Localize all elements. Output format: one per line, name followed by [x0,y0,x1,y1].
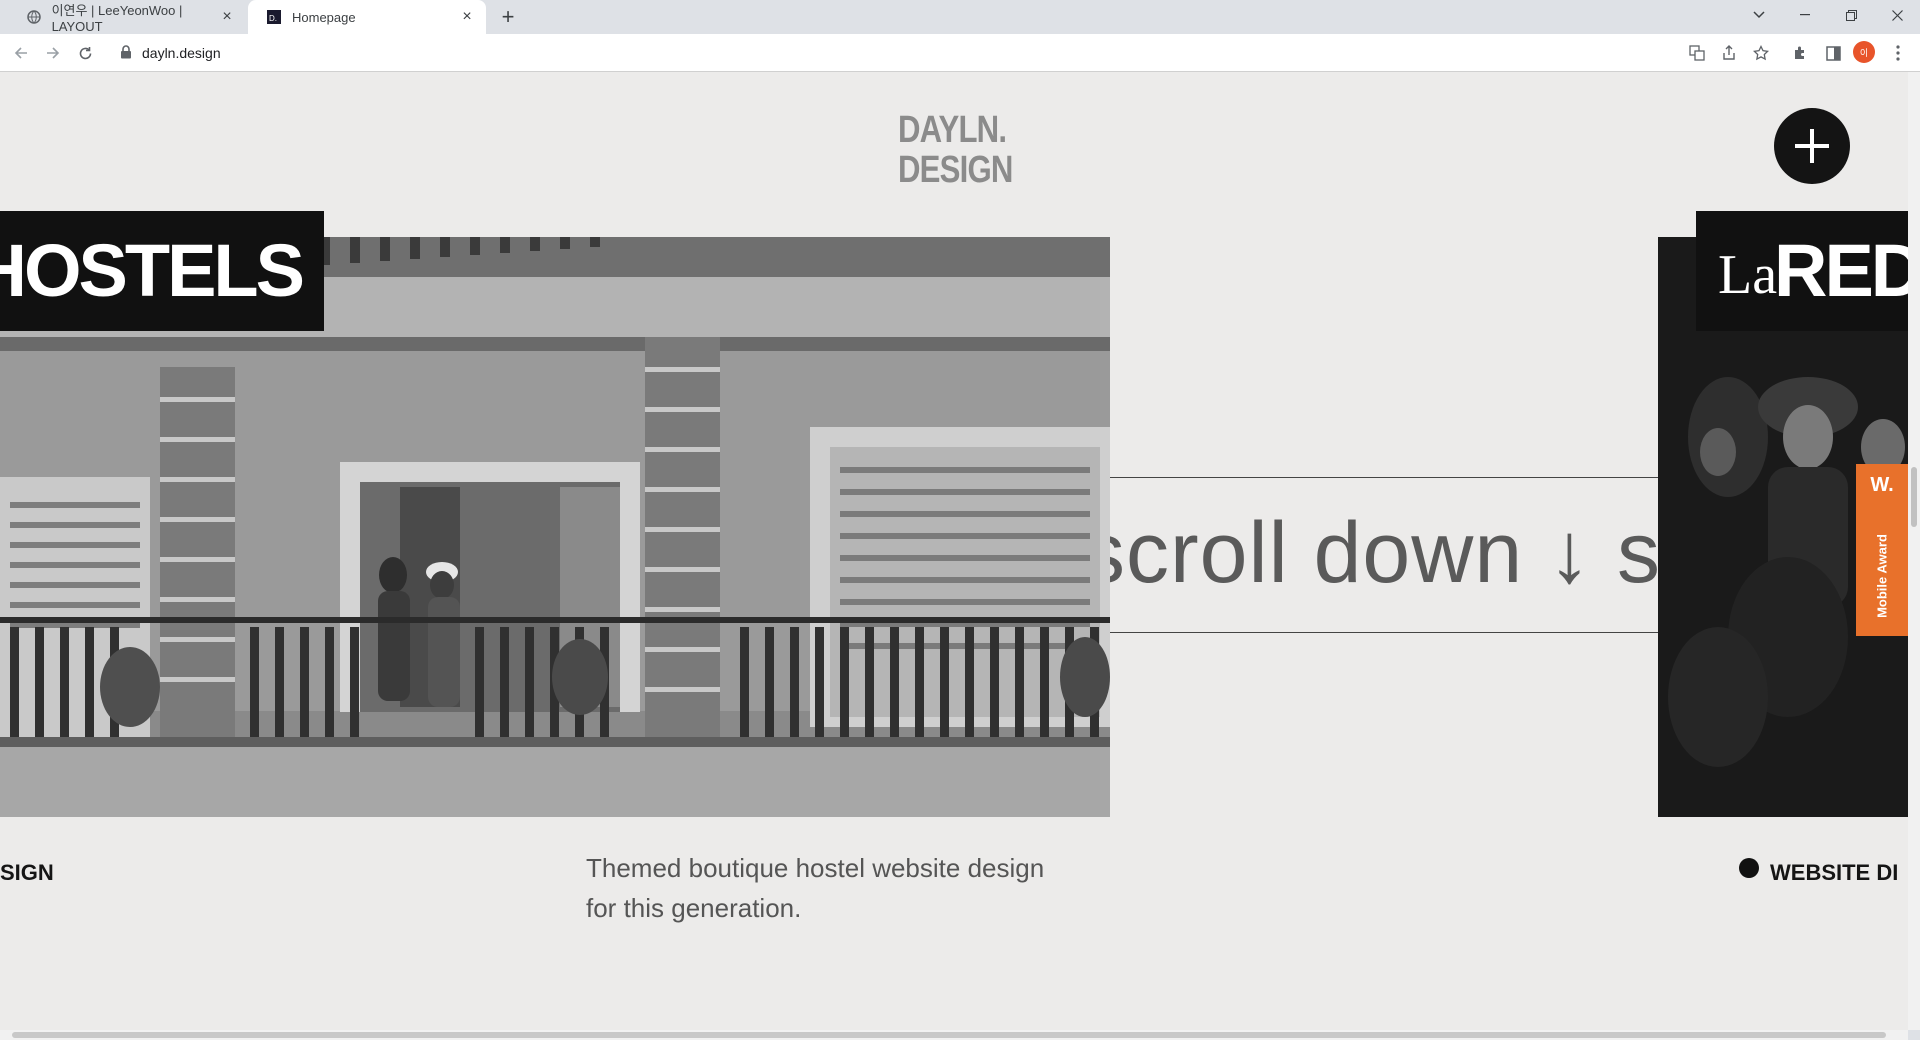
forward-icon[interactable] [39,39,67,67]
menu-kebab-icon[interactable] [1884,39,1912,67]
url-text: dayln.design [142,45,221,61]
profile-avatar[interactable]: 이 [1853,41,1875,63]
vertical-scrollbar[interactable] [1908,72,1920,1030]
tab-title: Homepage [292,9,356,25]
site-favicon-icon: D. [266,9,282,25]
hostel-project-title[interactable]: E HOSTELS [0,211,324,331]
tab-bar: 이연우 | LeeYeonWoo | LAYOUT × D. Homepage … [0,0,1920,34]
address-bar[interactable]: dayln.design [110,39,1670,67]
share-icon[interactable] [1715,39,1743,67]
award-logo: W. [1870,474,1894,496]
restore-button[interactable] [1828,0,1874,30]
marquee-text: scroll down ↓ scr [1110,505,1658,601]
title-main: REDE [1774,229,1908,312]
minimize-button[interactable] [1782,0,1828,30]
tab-homepage[interactable]: D. Homepage × [248,0,486,34]
extensions-icon[interactable] [1786,39,1814,67]
new-tab-button[interactable]: + [494,3,522,31]
close-icon[interactable]: × [458,8,476,26]
bullet-dot [1739,858,1759,878]
la-redoute-project-title[interactable]: La REDE [1696,211,1908,331]
description-line-2: for this generation. [586,893,802,923]
window-close-button[interactable] [1874,0,1920,30]
project-title-text: E HOSTELS [0,229,305,312]
left-project-caption: SIGN [0,860,54,885]
horizontal-scrollbar[interactable] [0,1030,1908,1040]
close-icon[interactable]: × [218,8,236,26]
title-prefix: La [1718,244,1778,306]
back-icon[interactable] [7,39,35,67]
vertical-scroll-thumb[interactable] [1911,467,1917,527]
tab-search-icon[interactable] [1736,0,1782,30]
page-viewport: DAYLN. DESIGN HOSTELS croll down ↓ s La … [0,72,1908,1030]
lock-icon[interactable] [120,45,134,61]
globe-icon [26,9,42,25]
menu-plus-button[interactable] [1774,108,1850,184]
project-description: Themed boutique hostel website design fo… [586,848,1086,928]
logo-line-1: DAYLN. [898,109,1007,151]
horizontal-scroll-thumb[interactable] [12,1032,1886,1038]
logo-line-2: DESIGN [898,149,1013,191]
tab-layout[interactable]: 이연우 | LeeYeonWoo | LAYOUT × [8,0,246,34]
right-project-caption: WEBSITE DI [1770,860,1899,885]
mobile-award-badge[interactable]: W. Mobile Award [1856,464,1908,636]
side-panel-icon[interactable] [1819,39,1847,67]
browser-toolbar: dayln.design [0,34,1920,72]
reload-icon[interactable] [71,39,99,67]
bookmark-star-icon[interactable] [1747,39,1775,67]
svg-text:D.: D. [269,14,277,23]
tab-title: 이연우 | LeeYeonWoo | LAYOUT [51,3,183,34]
award-label: Mobile Award [1874,534,1890,618]
site-logo[interactable]: DAYLN. DESIGN [898,110,1013,190]
translate-icon[interactable] [1683,39,1711,67]
plus-icon [1795,129,1829,163]
scroll-down-marquee: scroll down ↓ scr [1110,477,1658,633]
description-line-1: Themed boutique hostel website design [586,853,1045,883]
